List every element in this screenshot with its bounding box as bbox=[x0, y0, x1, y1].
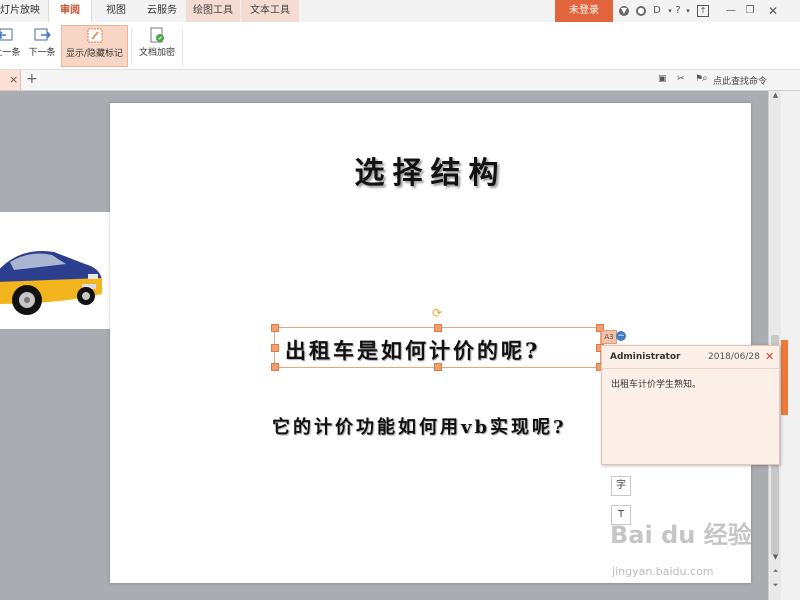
next-comment-icon bbox=[33, 27, 51, 43]
resize-handle[interactable] bbox=[271, 324, 279, 332]
comment-marker[interactable]: A3 bbox=[601, 330, 617, 344]
previous-comment-button[interactable]: 上一条 bbox=[0, 25, 22, 65]
previous-comment-icon bbox=[0, 27, 16, 43]
next-comment-button[interactable]: 下一条 bbox=[27, 25, 57, 65]
scroll-down-icon[interactable]: ▼ bbox=[771, 553, 780, 562]
task-pane-toggle[interactable] bbox=[781, 340, 788, 415]
ribbon-separator bbox=[182, 28, 183, 66]
resize-handle[interactable] bbox=[271, 363, 279, 371]
document-icon[interactable]: D bbox=[651, 5, 663, 17]
resize-handle[interactable] bbox=[271, 344, 279, 352]
tab-slideshow[interactable]: 幻灯片放映 bbox=[0, 0, 40, 22]
login-button[interactable]: 未登录 bbox=[555, 0, 613, 22]
encrypt-document-button[interactable]: 文档加密 bbox=[138, 25, 176, 65]
close-tab-icon[interactable]: × bbox=[9, 73, 18, 86]
tab-view[interactable]: 视图 bbox=[97, 0, 135, 22]
comment-header: Administrator 2018/06/28 ✕ bbox=[602, 346, 779, 369]
share-icon[interactable]: ↑ bbox=[697, 5, 709, 17]
search-icon[interactable]: ⌕ bbox=[702, 73, 708, 84]
slide-title[interactable]: 选择结构 bbox=[110, 148, 751, 192]
comment-panel-icon[interactable]: ▣ bbox=[658, 74, 667, 84]
theme-icon[interactable]: ▼ bbox=[619, 6, 629, 16]
document-tab-bar: × + ▣ ✂ ⚑ ⌕ 点此查找命令 bbox=[0, 70, 800, 91]
next-slide-icon[interactable]: ⏷ bbox=[771, 581, 780, 590]
comment-author: Administrator bbox=[610, 352, 681, 362]
new-tab-icon[interactable]: + bbox=[26, 71, 38, 87]
ribbon-separator bbox=[131, 28, 132, 66]
tab-cloud-service[interactable]: 云服务 bbox=[141, 0, 183, 22]
previous-comment-label: 上一条 bbox=[0, 48, 21, 58]
text-format-icon[interactable]: 字 bbox=[611, 476, 631, 496]
slide-canvas[interactable]: 选择结构 ⟳ 出租车是如何计价的呢? 它的计价功能如何用vb实现呢? A3 − … bbox=[110, 103, 751, 583]
tab-text-tools[interactable]: 文本工具 bbox=[241, 0, 299, 22]
watermark-logo: Bai du 经验 bbox=[610, 521, 752, 549]
tools-icon[interactable]: ✂ bbox=[677, 74, 685, 84]
resize-handle[interactable] bbox=[434, 324, 442, 332]
encrypt-document-label: 文档加密 bbox=[138, 48, 175, 58]
help-menu-chevron-icon[interactable]: ▾ bbox=[682, 5, 694, 17]
command-search-hint[interactable]: 点此查找命令 bbox=[713, 74, 767, 87]
ribbon-tab-bar: 幻灯片放映 审阅 视图 云服务 绘图工具 文本工具 未登录 ▼ ● D ▾ ? … bbox=[0, 0, 800, 23]
selected-text-box[interactable]: ⟳ 出租车是如何计价的呢? bbox=[271, 307, 604, 371]
watermark-url: jingyan.baidu.com bbox=[612, 565, 714, 578]
settings-icon[interactable]: ● bbox=[636, 6, 646, 16]
comment-date: 2018/06/28 bbox=[708, 352, 760, 362]
minimize-icon[interactable]: — bbox=[725, 5, 737, 17]
collapse-comment-icon[interactable]: − bbox=[616, 331, 626, 341]
delete-comment-icon[interactable]: ✕ bbox=[765, 350, 774, 363]
show-hide-markup-button[interactable]: 显示/隐藏标记 bbox=[61, 25, 128, 67]
markup-icon bbox=[86, 28, 104, 44]
next-comment-label: 下一条 bbox=[28, 48, 56, 58]
tab-drawing-tools[interactable]: 绘图工具 bbox=[186, 0, 240, 22]
close-window-icon[interactable]: ✕ bbox=[767, 5, 779, 17]
scroll-up-icon[interactable]: ▲ bbox=[771, 91, 780, 100]
taxi-image[interactable] bbox=[0, 212, 110, 329]
comment-text[interactable]: 出租车计价学生熟知。 bbox=[611, 377, 701, 390]
review-ribbon: 上一条 下一条 显示/隐藏标记 文档加密 bbox=[0, 22, 800, 70]
rotate-handle-icon[interactable]: ⟳ bbox=[432, 307, 444, 319]
previous-slide-icon[interactable]: ⏶ bbox=[771, 567, 780, 576]
document-tab[interactable]: × bbox=[0, 70, 21, 90]
lock-document-icon bbox=[148, 27, 166, 43]
restore-icon[interactable]: ❐ bbox=[744, 5, 756, 17]
comment-balloon[interactable]: Administrator 2018/06/28 ✕ 出租车计价学生熟知。 bbox=[601, 345, 780, 465]
slide-subquestion-text[interactable]: 它的计价功能如何用vb实现呢? bbox=[272, 413, 567, 439]
tab-review[interactable]: 审阅 bbox=[48, 0, 92, 23]
show-hide-markup-label: 显示/隐藏标记 bbox=[65, 49, 124, 59]
slide-question-text[interactable]: 出租车是如何计价的呢? bbox=[285, 335, 540, 365]
